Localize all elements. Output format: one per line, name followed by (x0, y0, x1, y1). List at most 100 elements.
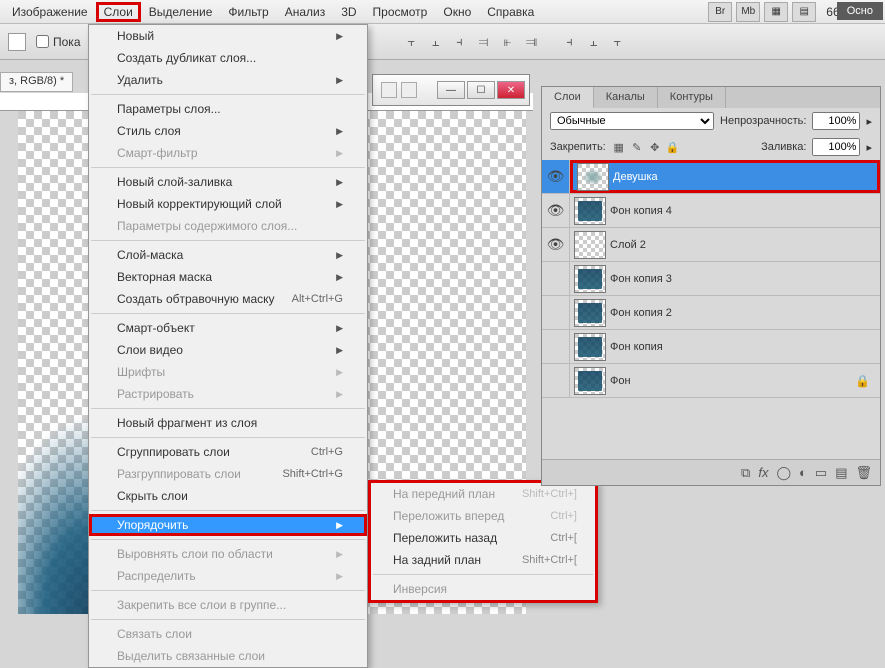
layer-name[interactable]: Фон копия (610, 341, 663, 353)
bridge-icon[interactable]: Br (708, 2, 732, 22)
tool-preset-icon[interactable] (8, 33, 26, 51)
submenu-item[interactable]: На задний планShift+Ctrl+[ (371, 549, 595, 571)
visibility-toggle[interactable] (542, 296, 570, 329)
layer-thumbnail[interactable] (574, 231, 606, 259)
layer-row[interactable]: Фон🔒 (542, 364, 880, 398)
link-layers-icon[interactable]: ⧉ (741, 465, 750, 481)
menu-item[interactable]: Создать дубликат слоя... (89, 47, 367, 69)
lock-all-icon[interactable]: 🔒 (666, 140, 680, 154)
lock-pixels-icon[interactable]: ✎ (630, 140, 644, 154)
doc-icon-2 (401, 82, 417, 98)
menu-Просмотр[interactable]: Просмотр (365, 2, 436, 22)
menu-3D[interactable]: 3D (333, 2, 364, 22)
group-icon[interactable]: ▭ (815, 465, 827, 481)
menu-Выделение[interactable]: Выделение (141, 2, 221, 22)
menu-item[interactable]: Векторная маска▶ (89, 266, 367, 288)
layer-name[interactable]: Фон копия 2 (610, 307, 672, 319)
opacity-input[interactable] (812, 112, 860, 130)
menu-item[interactable]: Скрыть слои (89, 485, 367, 507)
layer-row[interactable]: 👁 Слой 2 (542, 228, 880, 262)
menu-item[interactable]: Создать обтравочную маскуAlt+Ctrl+G (89, 288, 367, 310)
view-extras-icon[interactable]: ▤ (792, 2, 816, 22)
distribute-1-icon[interactable]: ⫞ (559, 31, 581, 53)
submenu-item[interactable]: Переложить назадCtrl+[ (371, 527, 595, 549)
menu-Окно[interactable]: Окно (435, 2, 479, 22)
layer-thumbnail[interactable] (574, 265, 606, 293)
layer-row[interactable]: 👁 Девушка (542, 160, 880, 194)
menu-item[interactable]: Упорядочить▶ (89, 514, 367, 536)
workspace-button[interactable]: Осно (837, 2, 883, 20)
menu-item[interactable]: Новый слой-заливка▶ (89, 171, 367, 193)
layer-thumbnail[interactable] (574, 299, 606, 327)
layer-thumbnail[interactable] (574, 197, 606, 225)
menu-item[interactable]: Смарт-объект▶ (89, 317, 367, 339)
menu-item[interactable]: Параметры слоя... (89, 98, 367, 120)
layer-thumbnail[interactable] (577, 163, 609, 191)
adjustment-icon[interactable]: ◐ (799, 465, 807, 480)
delete-layer-icon[interactable]: 🗑 (855, 465, 872, 481)
minimize-button[interactable]: — (437, 81, 465, 99)
layer-row[interactable]: Фон копия 2 (542, 296, 880, 330)
menu-Слои[interactable]: Слои (96, 2, 141, 22)
visibility-toggle[interactable]: 👁 (542, 160, 570, 193)
layer-row[interactable]: 👁 Фон копия 4 (542, 194, 880, 228)
visibility-toggle[interactable]: 👁 (542, 228, 570, 261)
align-top-icon[interactable]: ⫤ (473, 31, 495, 53)
menu-Анализ[interactable]: Анализ (277, 2, 334, 22)
menu-item: Параметры содержимого слоя... (89, 215, 367, 237)
lock-transparent-icon[interactable]: ▦ (612, 140, 626, 154)
menu-item[interactable]: Новый корректирующий слой▶ (89, 193, 367, 215)
align-right-icon[interactable]: ⫞ (449, 31, 471, 53)
layer-row[interactable]: Фон копия 3 (542, 262, 880, 296)
tab-channels[interactable]: Каналы (594, 87, 658, 108)
menu-item: Выровнять слои по области▶ (89, 543, 367, 565)
menu-Фильтр[interactable]: Фильтр (220, 2, 276, 22)
visibility-toggle[interactable] (542, 364, 570, 397)
menu-item[interactable]: Слой-маска▶ (89, 244, 367, 266)
align-middle-icon[interactable]: ⫦ (497, 31, 519, 53)
panel-opts-row-2: Закрепить: ▦ ✎ ✥ 🔒 Заливка: ▸ (542, 134, 880, 160)
visibility-toggle[interactable] (542, 262, 570, 295)
mb-icon[interactable]: Mb (736, 2, 760, 22)
menu-item[interactable]: Новый▶ (89, 25, 367, 47)
menu-item[interactable]: Новый фрагмент из слоя (89, 412, 367, 434)
menu-item[interactable]: Удалить▶ (89, 69, 367, 91)
view-grid-icon[interactable]: ▦ (764, 2, 788, 22)
align-center-h-icon[interactable]: ⫠ (425, 31, 447, 53)
opacity-label: Непрозрачность: (720, 115, 806, 127)
menu-Справка[interactable]: Справка (479, 2, 542, 22)
fx-icon[interactable]: fx (758, 465, 768, 480)
align-bottom-icon[interactable]: ⫥ (521, 31, 543, 53)
menu-item[interactable]: Слои видео▶ (89, 339, 367, 361)
blend-mode-select[interactable]: Обычные (550, 112, 714, 130)
menu-Изображение[interactable]: Изображение (4, 2, 96, 22)
close-button[interactable]: ✕ (497, 81, 525, 99)
mask-icon[interactable]: ◯ (776, 465, 791, 481)
align-left-icon[interactable]: ⫟ (401, 31, 423, 53)
layer-name[interactable]: Слой 2 (610, 239, 646, 251)
visibility-toggle[interactable] (542, 330, 570, 363)
new-layer-icon[interactable]: ▤ (835, 465, 847, 481)
layer-name[interactable]: Фон копия 4 (610, 205, 672, 217)
layer-name[interactable]: Фон копия 3 (610, 273, 672, 285)
distribute-3-icon[interactable]: ⫟ (607, 31, 629, 53)
visibility-toggle[interactable]: 👁 (542, 194, 570, 227)
menu-item[interactable]: Сгруппировать слоиCtrl+G (89, 441, 367, 463)
lock-position-icon[interactable]: ✥ (648, 140, 662, 154)
maximize-button[interactable]: ☐ (467, 81, 495, 99)
tab-layers[interactable]: Слои (542, 87, 594, 108)
layers-list: 👁 Девушка 👁 Фон копия 4 👁 Слой 2 Фон копия 3 Фо… (542, 160, 880, 459)
fill-input[interactable] (812, 138, 860, 156)
layer-thumbnail[interactable] (574, 333, 606, 361)
show-checkbox[interactable]: Пока (36, 35, 81, 49)
document-tab[interactable]: з, RGB/8) * (0, 72, 73, 92)
menu-item[interactable]: Стиль слоя▶ (89, 120, 367, 142)
layers-panel: Слои Каналы Контуры Обычные Непрозрачнос… (541, 86, 881, 486)
submenu-item: Инверсия (371, 578, 595, 600)
distribute-2-icon[interactable]: ⫠ (583, 31, 605, 53)
layer-name[interactable]: Девушка (613, 171, 658, 183)
layer-row[interactable]: Фон копия (542, 330, 880, 364)
layer-name[interactable]: Фон (610, 375, 631, 387)
layer-thumbnail[interactable] (574, 367, 606, 395)
tab-paths[interactable]: Контуры (658, 87, 726, 108)
